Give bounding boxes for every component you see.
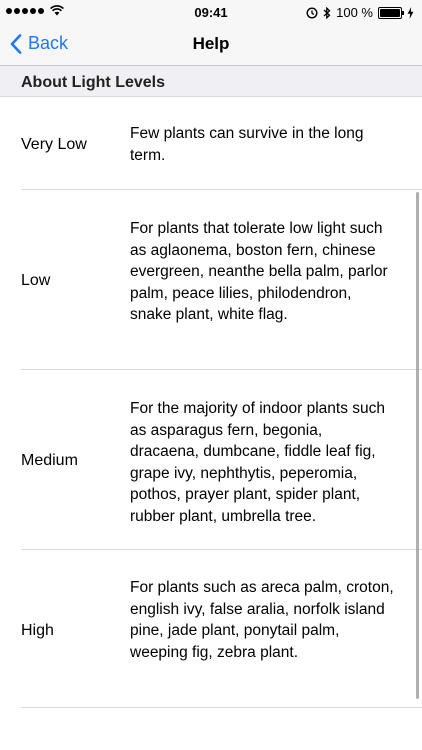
light-level-description: For the majority of indoor plants such a…	[130, 400, 386, 525]
light-level-label: High	[21, 622, 54, 639]
status-right: 100 %	[306, 5, 414, 20]
light-level-description: For plants that tolerate low light such …	[130, 220, 388, 323]
battery-icon	[378, 6, 404, 19]
light-level-label: Very Low	[21, 136, 87, 153]
charging-icon	[407, 6, 414, 19]
bluetooth-icon	[323, 6, 331, 19]
alarm-icon	[306, 6, 318, 19]
section-header-label: About Light Levels	[21, 74, 165, 91]
light-level-description: Few plants can survive in the long term.	[130, 125, 364, 164]
page-title: Help	[192, 34, 230, 53]
section-header: About Light Levels	[0, 66, 422, 97]
list-item: High For plants such as areca palm, crot…	[0, 550, 422, 708]
list-item: Low For plants that tolerate low light s…	[0, 190, 422, 370]
row-divider	[21, 707, 422, 708]
light-level-label: Low	[21, 272, 51, 289]
battery-percent: 100 %	[336, 5, 373, 20]
status-bar: 09:41 100 %	[0, 0, 422, 24]
light-level-description: For plants such as areca palm, croton, e…	[130, 579, 394, 661]
scroll-indicator[interactable]	[416, 192, 419, 699]
list-item: Medium For the majority of indoor plants…	[0, 370, 422, 550]
light-level-label: Medium	[21, 452, 78, 469]
list-item: Very Low Few plants can survive in the l…	[0, 97, 422, 190]
navigation-bar: Back Help	[0, 24, 422, 66]
